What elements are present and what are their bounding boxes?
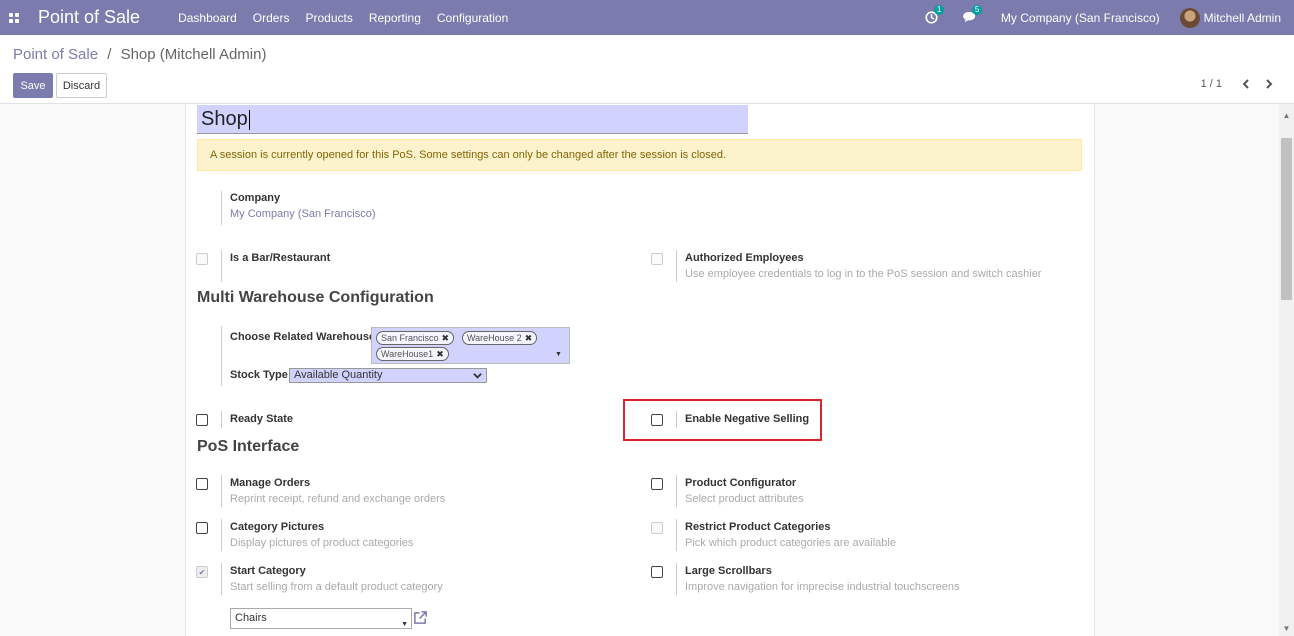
remove-tag-icon[interactable]: ✖ — [436, 349, 444, 359]
authorized-employees-desc: Use employee credentials to log in to th… — [685, 268, 1042, 280]
check-icon: ✔ — [198, 567, 206, 577]
company-switcher[interactable]: My Company (San Francisco) — [1001, 11, 1160, 25]
app-title[interactable]: Point of Sale — [38, 7, 140, 28]
main-menu: Dashboard Orders Products Reporting Conf… — [170, 11, 516, 25]
warehouse-tag: San Francisco ✖ — [376, 331, 455, 345]
start-category-label: Start Category — [230, 565, 306, 577]
menu-item-dashboard[interactable]: Dashboard — [170, 11, 245, 25]
ready-state-checkbox[interactable] — [196, 414, 208, 426]
caret-down-icon: ▼ — [401, 621, 408, 628]
setting-divider — [221, 411, 222, 428]
negative-selling-label: Enable Negative Selling — [685, 413, 810, 425]
bar-restaurant-label: Is a Bar/Restaurant — [230, 252, 331, 264]
breadcrumb-separator: / — [107, 46, 112, 63]
top-navbar: Point of Sale Dashboard Orders Products … — [0, 0, 1294, 35]
warehouse-tag: WareHouse 2 ✖ — [462, 331, 538, 345]
external-link-button[interactable] — [413, 610, 429, 626]
scroll-up-arrow-icon[interactable]: ▲ — [1279, 108, 1294, 123]
setting-divider — [221, 475, 222, 507]
pager-value[interactable]: 1 / 1 — [1201, 78, 1222, 90]
company-value-link[interactable]: My Company (San Francisco) — [230, 208, 376, 220]
restrict-categories-checkbox[interactable] — [651, 522, 663, 534]
product-configurator-desc: Select product attributes — [685, 493, 804, 505]
setting-divider — [221, 191, 222, 225]
apps-grid-icon — [9, 12, 19, 23]
product-configurator-label: Product Configurator — [685, 477, 797, 489]
large-scrollbars-checkbox[interactable] — [651, 566, 663, 578]
chevron-left-icon — [1242, 79, 1249, 89]
bar-restaurant-checkbox[interactable] — [196, 253, 208, 265]
manage-orders-desc: Reprint receipt, refund and exchange ord… — [230, 493, 446, 505]
menu-item-reporting[interactable]: Reporting — [361, 11, 429, 25]
apps-menu-button[interactable] — [0, 0, 28, 35]
company-label: Company — [230, 192, 281, 204]
setting-divider — [676, 563, 677, 595]
chevron-right-icon — [1266, 79, 1273, 89]
start-category-checkbox[interactable]: ✔ — [196, 566, 208, 578]
manage-orders-checkbox[interactable] — [196, 478, 208, 490]
large-scrollbars-desc: Improve navigation for imprecise industr… — [685, 581, 960, 593]
breadcrumb-parent-link[interactable]: Point of Sale — [13, 46, 98, 63]
scroll-down-arrow-icon[interactable]: ▼ — [1279, 621, 1294, 636]
multi-warehouse-section-title: Multi Warehouse Configuration — [197, 289, 434, 306]
category-pictures-desc: Display pictures of product categories — [230, 537, 414, 549]
warehouse-tag: WareHouse1 ✖ — [376, 347, 449, 361]
pager-previous-button[interactable] — [1239, 77, 1253, 91]
warehouse-label: Choose Related Warehouse — [230, 331, 376, 343]
text-caret — [248, 109, 250, 130]
setting-divider — [676, 250, 677, 282]
save-button[interactable]: Save — [13, 73, 53, 98]
discard-button[interactable]: Discard — [56, 73, 107, 98]
stock-type-label: Stock Type — [230, 369, 288, 381]
restrict-categories-desc: Pick which product categories are availa… — [685, 537, 896, 549]
start-category-value: Chairs — [235, 612, 267, 624]
stock-type-select[interactable]: Available Quantity — [289, 368, 487, 383]
authorized-employees-checkbox[interactable] — [651, 253, 663, 265]
messages-button[interactable]: 5 — [963, 4, 983, 25]
warehouse-tags-field[interactable]: San Francisco ✖ WareHouse 2 ✖ WareHouse1 ✖ … — [371, 327, 570, 364]
product-configurator-checkbox[interactable] — [651, 478, 663, 490]
ready-state-label: Ready State — [230, 413, 293, 425]
category-pictures-label: Category Pictures — [230, 521, 325, 533]
setting-divider — [221, 326, 222, 386]
start-category-desc: Start selling from a default product cat… — [230, 581, 443, 593]
setting-divider — [221, 250, 222, 282]
breadcrumb-current: Shop (Mitchell Admin) — [120, 46, 267, 63]
user-menu[interactable]: Mitchell Admin — [1204, 11, 1281, 25]
pos-name-input[interactable]: Shop — [197, 105, 748, 134]
external-link-icon — [414, 611, 427, 624]
stock-type-value: Available Quantity — [294, 369, 383, 381]
control-panel: Point of Sale / Shop (Mitchell Admin) Sa… — [0, 35, 1294, 104]
avatar[interactable] — [1179, 7, 1200, 28]
negative-selling-checkbox[interactable] — [651, 414, 663, 426]
session-warning-alert: A session is currently opened for this P… — [197, 139, 1082, 171]
setting-divider — [221, 519, 222, 551]
manage-orders-label: Manage Orders — [230, 477, 311, 489]
chevron-down-icon — [473, 373, 482, 379]
activity-count-badge: 1 — [933, 4, 945, 15]
pager-next-button[interactable] — [1262, 77, 1276, 91]
setting-divider — [676, 475, 677, 507]
breadcrumb: Point of Sale / Shop (Mitchell Admin) — [13, 46, 266, 63]
systray: 1 5 My Company (San Francisco) Mitchell … — [925, 0, 1294, 35]
messages-count-badge: 5 — [971, 4, 983, 15]
scrollbar-thumb[interactable] — [1281, 138, 1292, 300]
restrict-categories-label: Restrict Product Categories — [685, 521, 831, 533]
activity-button[interactable]: 1 — [925, 4, 945, 25]
pos-interface-section-title: PoS Interface — [197, 438, 300, 455]
remove-tag-icon[interactable]: ✖ — [525, 333, 533, 343]
start-category-select[interactable]: Chairs ▼ — [230, 608, 412, 629]
remove-tag-icon[interactable]: ✖ — [442, 333, 450, 343]
setting-divider — [676, 411, 677, 428]
category-pictures-checkbox[interactable] — [196, 522, 208, 534]
authorized-employees-label: Authorized Employees — [685, 252, 804, 264]
setting-divider — [676, 519, 677, 551]
pos-name-value: Shop — [201, 108, 248, 130]
menu-item-products[interactable]: Products — [297, 11, 360, 25]
menu-item-configuration[interactable]: Configuration — [429, 11, 516, 25]
large-scrollbars-label: Large Scrollbars — [685, 565, 772, 577]
menu-item-orders[interactable]: Orders — [245, 11, 298, 25]
setting-divider — [221, 563, 222, 595]
caret-down-icon[interactable]: ▼ — [555, 351, 562, 358]
